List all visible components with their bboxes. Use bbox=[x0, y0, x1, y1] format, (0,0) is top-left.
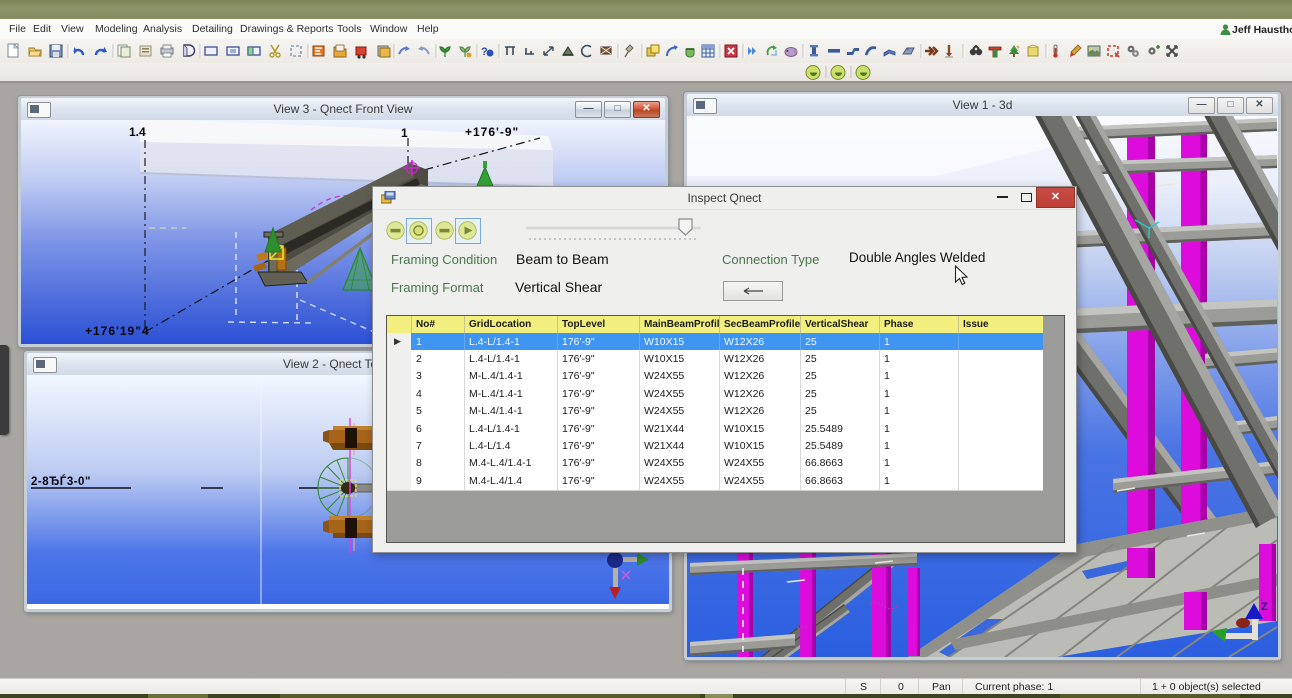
svg-text:2-8ЂЃ3-0": 2-8ЂЃ3-0" bbox=[31, 475, 91, 488]
svg-text:+176'-9": +176'-9" bbox=[465, 125, 519, 139]
svg-text:1: 1 bbox=[401, 126, 408, 140]
svg-text:1.4: 1.4 bbox=[129, 125, 146, 139]
svg-text:Z: Z bbox=[1261, 601, 1268, 613]
svg-text:+176'19"4: +176'19"4 bbox=[85, 324, 150, 338]
